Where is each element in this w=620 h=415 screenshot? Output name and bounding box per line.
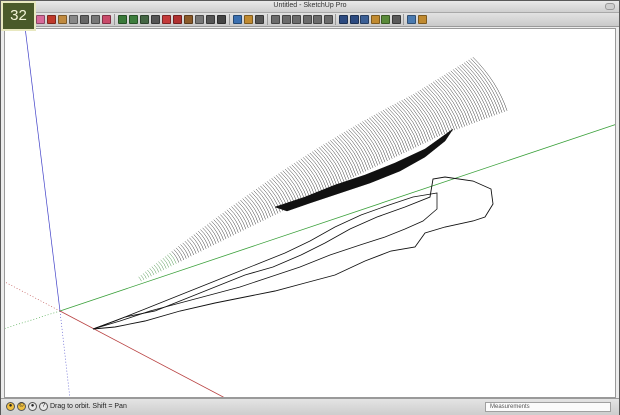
style-monochrome-icon[interactable] (391, 15, 401, 24)
terrain-contour (457, 66, 490, 118)
window-title: Untitled - SketchUp Pro (273, 2, 347, 9)
orbit-icon[interactable] (233, 15, 242, 24)
standard-view-left-icon[interactable] (323, 15, 333, 24)
move-icon[interactable] (118, 15, 127, 24)
user-icon[interactable]: ● (28, 402, 37, 411)
terrain-contour (439, 77, 470, 125)
terrain-contour (186, 239, 197, 254)
terrain-contour (472, 57, 508, 111)
terrain-contour (191, 235, 202, 252)
geo-location-icon[interactable]: ● (6, 402, 15, 411)
red-axis-dotted (5, 281, 61, 312)
arc-icon[interactable] (80, 15, 89, 24)
terrain-contour (433, 81, 463, 128)
toolbar-separator (114, 14, 115, 25)
style-wireframe-icon[interactable] (349, 15, 359, 24)
warehouse-icon[interactable] (407, 15, 416, 24)
standard-view-front-icon[interactable] (292, 15, 301, 24)
sketchup-window: Untitled - SketchUp Pro ● © ● ? Drag to … (0, 0, 620, 415)
terrain-contour (278, 173, 298, 204)
style-xray-icon[interactable] (339, 15, 348, 24)
terrain-contour (437, 78, 468, 126)
terrain-mesh[interactable] (138, 57, 508, 282)
model-canvas[interactable] (5, 29, 616, 398)
terrain-contour (182, 242, 192, 257)
pencil-icon[interactable] (47, 15, 56, 24)
terrain-contour (468, 59, 503, 113)
terrain-contour (140, 274, 145, 280)
pushpull-icon[interactable] (129, 15, 138, 24)
pan-icon[interactable] (244, 15, 253, 24)
scale-icon[interactable] (162, 15, 171, 24)
tape-measure-icon[interactable] (184, 15, 193, 24)
terrain-contour (249, 193, 266, 220)
toolbar-separator (267, 14, 268, 25)
terrain-contour (164, 256, 172, 267)
status-hint: Drag to orbit. Shift = Pan (50, 403, 127, 410)
paint-bucket-icon[interactable] (102, 15, 111, 24)
green-axis-dotted (5, 310, 61, 329)
standard-view-back-icon[interactable] (313, 15, 322, 24)
terrain-contour (258, 187, 276, 215)
zoom-icon[interactable] (255, 15, 264, 24)
red-axis (59, 310, 225, 397)
terrain-contour (195, 232, 207, 249)
terrain-contour (189, 237, 199, 253)
terrain-contour (448, 72, 480, 122)
green-axis (59, 124, 615, 312)
status-bar: ● © ● ? Drag to orbit. Shift = Pan Measu… (1, 398, 619, 415)
style-shaded-icon[interactable] (370, 15, 380, 24)
toolbar-separator (335, 14, 336, 25)
terrain-contour (156, 263, 162, 272)
terrain-contour (142, 273, 147, 279)
terrain-contour (184, 241, 194, 256)
standard-view-right-icon[interactable] (302, 15, 312, 24)
toolbar-separator (229, 14, 230, 25)
standard-view-iso-icon[interactable] (271, 15, 280, 24)
terrain-contour (470, 58, 505, 112)
terrain-contour (466, 61, 500, 114)
components-icon[interactable] (417, 15, 427, 24)
standard-view-top-icon[interactable] (281, 15, 291, 24)
credits-icon[interactable]: © (17, 402, 26, 411)
terrain-contour (280, 171, 301, 203)
drawing-viewport[interactable] (4, 28, 616, 398)
terrain-contour (198, 230, 209, 248)
blue-axis-dotted (59, 310, 71, 397)
measurements-box[interactable]: Measurements (485, 402, 611, 412)
step-number-badge: 32 (1, 1, 36, 31)
terrain-contour (153, 264, 160, 273)
terrain-contour (145, 271, 150, 278)
help-icon[interactable]: ? (39, 402, 48, 411)
terrain-contour (318, 147, 342, 183)
rotate-icon[interactable] (140, 15, 149, 24)
terrain-contour (316, 148, 340, 185)
terrain-contour (260, 185, 279, 214)
toolbar-separator (403, 14, 404, 25)
terrain-contour (275, 175, 296, 206)
terrain-contour (200, 229, 212, 247)
title-bar: Untitled - SketchUp Pro (1, 1, 619, 13)
toolbar-toggle-button[interactable] (605, 3, 615, 10)
eraser-icon[interactable] (36, 15, 45, 24)
terrain-contour (193, 234, 204, 251)
measurements-label: Measurements (490, 404, 530, 410)
rectangle-icon[interactable] (58, 15, 67, 24)
blue-axis (24, 29, 61, 312)
followme-icon[interactable] (151, 15, 160, 24)
terrain-contour (435, 80, 466, 127)
polygon-icon[interactable] (91, 15, 100, 24)
style-hidden-line-icon[interactable] (360, 15, 369, 24)
dimension-icon[interactable] (195, 15, 204, 24)
footprint-outline-inner (92, 192, 438, 330)
terrain-contour (138, 276, 142, 282)
style-textured-icon[interactable] (381, 15, 390, 24)
protractor-icon[interactable] (206, 15, 215, 24)
circle-icon[interactable] (69, 15, 78, 24)
terrain-contour (441, 76, 473, 124)
offset-icon[interactable] (173, 15, 182, 24)
main-toolbar (1, 13, 619, 27)
text-icon[interactable] (217, 15, 226, 24)
terrain-contour (151, 266, 157, 274)
